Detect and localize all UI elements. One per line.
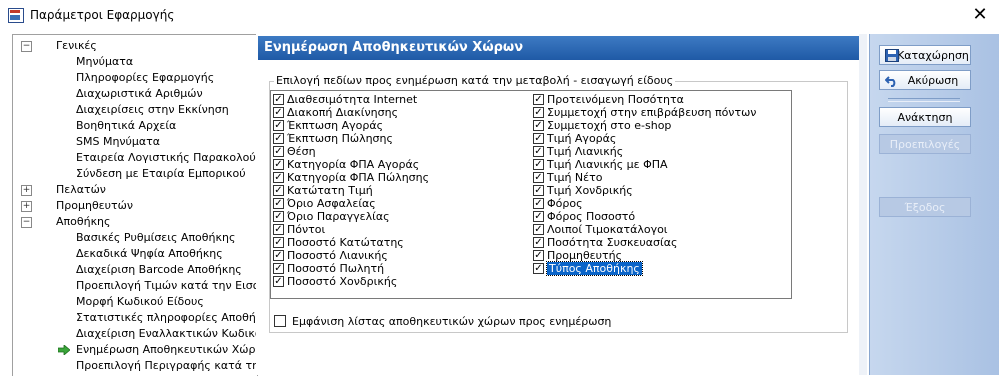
settings-tree: − Γενικές Μηνύματα Πληροφορίες Εφαρμογής… (12, 34, 258, 376)
cancel-button-label: Ακύρωση (907, 74, 959, 87)
save-button-label: Καταχώρηση (897, 49, 969, 62)
checkbox-checked-icon[interactable]: ✓ (273, 146, 284, 157)
checkbox-checked-icon[interactable]: ✓ (533, 185, 544, 196)
tree-item-number-separators[interactable]: Διαχωριστικά Αριθμών (76, 86, 203, 102)
checkbox-checked-icon[interactable]: ✓ (533, 107, 544, 118)
tree-item-warehouse-statistics[interactable]: Στατιστικές πληροφορίες Αποθήκης (76, 310, 257, 326)
collapse-warehouse-icon[interactable]: − (21, 217, 32, 228)
tree-item-suppliers[interactable]: Προμηθευτών (56, 198, 133, 214)
checkbox-checked-icon[interactable]: ✓ (273, 211, 284, 222)
checkbox-checked-icon[interactable]: ✓ (533, 172, 544, 183)
tree-item-helper-files[interactable]: Βοηθητικά Αρχεία (76, 118, 176, 134)
checkbox-checked-icon[interactable]: ✓ (273, 185, 284, 196)
fields-checklist[interactable]: ✓ Διαθεσιμότητα Internet ✓ Διακοπή Διακίνη… (270, 90, 792, 299)
collapse-general-icon[interactable]: − (21, 41, 32, 52)
buttons-separator (888, 98, 960, 102)
checkbox-checked-icon[interactable]: ✓ (273, 263, 284, 274)
checkbox-checked-icon[interactable]: ✓ (533, 146, 544, 157)
tree-item-default-description[interactable]: Προεπιλογή Περιγραφής κατά την Εισ (76, 358, 257, 374)
checkbox-checked-icon[interactable]: ✓ (273, 198, 284, 209)
checkbox-checked-icon[interactable]: ✓ (533, 120, 544, 131)
checkbox-checked-icon[interactable]: ✓ (273, 133, 284, 144)
tree-item-general[interactable]: Γενικές (56, 38, 97, 54)
checkbox-checked-icon[interactable]: ✓ (273, 250, 284, 261)
fields-group-title: Επιλογή πεδίων προς ενημέρωση κατά την μ… (274, 74, 676, 88)
tree-item-item-code-format[interactable]: Μορφή Κωδικού Είδους (76, 294, 204, 310)
tree-item-accounting-company[interactable]: Εταιρεία Λογιστικής Παρακολούθησης (76, 150, 257, 166)
tree-item-customers[interactable]: Πελατών (56, 182, 106, 198)
checkbox-checked-icon[interactable]: ✓ (273, 107, 284, 118)
checkbox-checked-icon[interactable]: ✓ (273, 224, 284, 235)
tree-item-warehouse[interactable]: Αποθήκης (56, 214, 111, 230)
expand-customers-icon[interactable]: + (21, 185, 32, 196)
tree-item-startup-handlers[interactable]: Διαχειρίσεις στην Εκκίνηση (76, 102, 229, 118)
checkbox-checked-icon[interactable]: ✓ (533, 224, 544, 235)
refresh-button[interactable]: Ανάκτηση (879, 107, 971, 127)
window-title: Παράμετροι Εφαρμογής (30, 8, 175, 22)
tree-item-barcode-management[interactable]: Διαχείριση Barcode Αποθήκης (76, 262, 242, 278)
checkbox-checked-icon[interactable]: ✓ (273, 172, 284, 183)
checkbox-checked-icon[interactable]: ✓ (533, 94, 544, 105)
tree-item-alternative-codes[interactable]: Διαχείριση Εναλλακτικών Κωδικών (Α (76, 326, 257, 342)
checkbox-checked-icon[interactable]: ✓ (533, 159, 544, 170)
close-button[interactable]: ✕ (969, 5, 991, 25)
page-title: Ενημέρωση Αποθηκευτικών Χώρων (258, 36, 862, 60)
actions-panel: Καταχώρηση Ακύρωση Ανάκτηση Προεπιλογές … (869, 34, 999, 375)
tree-item-sms-messages[interactable]: SMS Μηνύματα (76, 134, 160, 150)
checkbox-checked-icon[interactable]: ✓ (273, 159, 284, 170)
cancel-button[interactable]: Ακύρωση (879, 70, 971, 90)
show-storage-list-checkbox[interactable] (274, 315, 286, 327)
title-bar: Παράμετροι Εφαρμογής ✕ (0, 0, 999, 30)
checkbox-checked-icon[interactable]: ✓ (273, 120, 284, 131)
tree-item-warehouse-basic-settings[interactable]: Βασικές Ρυθμίσεις Αποθήκης (76, 230, 235, 246)
checkbox-checked-icon[interactable]: ✓ (533, 211, 544, 222)
undo-icon (885, 76, 896, 87)
tree-item-messages[interactable]: Μηνύματα (76, 54, 133, 70)
expand-suppliers-icon[interactable]: + (21, 201, 32, 212)
tree-item-storage-update[interactable]: Ενημέρωση Αποθηκευτικών Χώρων (76, 342, 257, 358)
defaults-button[interactable]: Προεπιλογές (879, 134, 971, 154)
checkbox-checked-icon[interactable]: ✓ (273, 237, 284, 248)
main-panel: Ενημέρωση Αποθηκευτικών Χώρων Επιλογή πε… (256, 34, 866, 375)
tree-item-decimal-digits[interactable]: Δεκαδικά Ψηφία Αποθήκης (76, 246, 223, 262)
app-icon (8, 7, 24, 23)
checkbox-checked-icon[interactable]: ✓ (533, 237, 544, 248)
current-item-arrow-icon (58, 345, 70, 355)
tree-item-commercial-link[interactable]: Σύνδεση με Εταιρία Εμπορικού (76, 166, 246, 182)
show-storage-list-label: Εμφάνιση λίστας αποθηκευτικών χώρων προς… (292, 315, 612, 328)
save-button[interactable]: Καταχώρηση (879, 45, 971, 65)
save-icon (885, 49, 899, 62)
main-scrollbar[interactable] (859, 34, 867, 375)
checkbox-checked-icon[interactable]: ✓ (533, 198, 544, 209)
checkbox-checked-icon[interactable]: ✓ (273, 94, 284, 105)
checkbox-checked-icon[interactable]: ✓ (273, 276, 284, 287)
tree-item-app-info[interactable]: Πληροφορίες Εφαρμογής (76, 70, 214, 86)
exit-button[interactable]: Έξοδος (879, 197, 971, 217)
checkbox-checked-icon[interactable]: ✓ (533, 263, 544, 274)
checkbox-checked-icon[interactable]: ✓ (533, 250, 544, 261)
tree-item-default-prices[interactable]: Προεπιλογή Τιμών κατά την Εισαγωγή (76, 278, 257, 294)
checkbox-checked-icon[interactable]: ✓ (533, 133, 544, 144)
